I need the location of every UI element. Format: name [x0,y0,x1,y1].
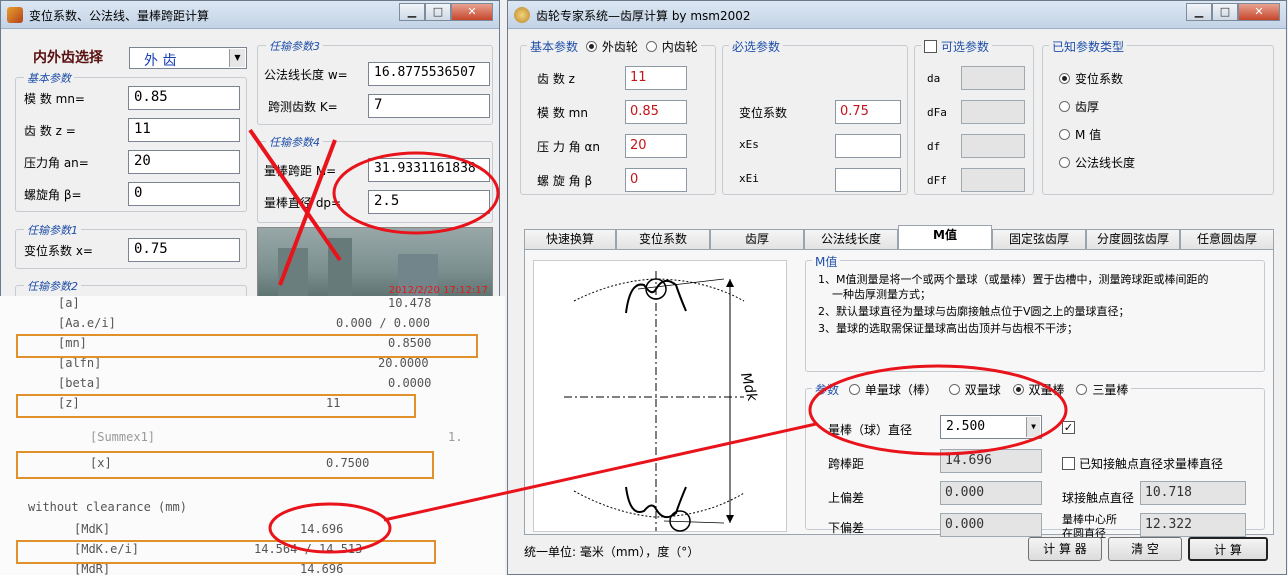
gear-select-label: 内外齿选择 [33,50,103,66]
close-button[interactable]: ✕ [451,3,493,21]
k-input[interactable]: 7 [368,94,490,118]
z-input[interactable]: 11 [625,66,687,90]
left-titlebar: 变位系数、公法线、量棒跨距计算 ▁ □ ✕ [1,1,499,29]
basic-params-group: 基本参数 模 数 mn= 0.85 齿 数 z = 11 压力角 an= 20 … [15,70,247,212]
m-info-box: M值 1、M值测量是将一个或两个量球（或量棒）置于齿槽中，测量跨球距或棒间距的 … [805,253,1265,372]
right-window-title: 齿轮专家系统—齿厚计算 by msm2002 [536,9,751,23]
maximize-button[interactable]: □ [425,3,451,21]
tab-thickness[interactable]: 齿厚 [710,229,804,249]
z-input[interactable]: 11 [128,118,240,142]
radio-known-thickness[interactable]: 齿厚 [1059,98,1099,115]
radio-known-w[interactable]: 公法线长度 [1059,154,1135,171]
tab-chordal-pitch[interactable]: 分度圆弦齿厚 [1086,229,1180,249]
xei-input[interactable] [835,168,901,192]
x-input[interactable]: 0.75 [128,238,240,262]
radio-external-gear[interactable]: 外齿轮 [585,40,638,54]
close-button[interactable]: ✕ [1238,3,1280,21]
required-params-group: 必选参数 变位系数 0.75 xEs xEi [722,38,908,195]
minimize-button[interactable]: ▁ [399,3,425,21]
param3-group: 任输参数3 公法线长度 w= 16.8775536507 跨测齿数 K= 7 [257,38,493,125]
tab-arbitrary-circle[interactable]: 任意圆齿厚 [1180,229,1274,249]
gear-app-icon [514,7,530,23]
known-type-group: 已知参数类型 变位系数 齿厚 M 值 公法线长度 [1042,38,1274,195]
tab-chordal-fixed[interactable]: 固定弦齿厚 [992,229,1086,249]
w-input[interactable]: 16.8775536507 [368,62,490,86]
radio-known-x[interactable]: 变位系数 [1059,70,1123,87]
an-input[interactable]: 20 [625,134,687,158]
radio-triple-rod[interactable]: 三量棒 [1076,383,1128,397]
df-input[interactable] [961,134,1025,158]
tab-base-tangent[interactable]: 公法线长度 [804,229,898,249]
beta-input[interactable]: 0 [128,182,240,206]
app-icon [7,7,23,23]
minimize-button[interactable]: ▁ [1186,3,1212,21]
x-input[interactable]: 0.75 [835,100,901,124]
mn-input[interactable]: 0.85 [128,86,240,110]
maximize-button[interactable]: □ [1212,3,1238,21]
optional-params-group: 可选参数 da dFa df dFf [914,38,1034,195]
da-input[interactable] [961,66,1025,90]
chevron-down-icon[interactable]: ▼ [229,49,245,67]
red-ellipse-right [808,364,1068,456]
gear-select[interactable]: 外 齿 ▼ [129,47,247,69]
upper-deviation-output: 0.000 [940,481,1042,505]
clear-button[interactable]: 清 空 [1108,537,1182,561]
center-circle-output: 12.322 [1140,513,1246,537]
tab-quick-convert[interactable]: 快速换算 [524,229,616,249]
xes-input[interactable] [835,134,901,158]
beta-input[interactable]: 0 [625,168,687,192]
calculator-button[interactable]: 计 算 器 [1028,537,1102,561]
right-titlebar: 齿轮专家系统—齿厚计算 by msm2002 ▁ □ ✕ [508,1,1286,29]
highlight-x [16,451,434,479]
red-ellipse-left [332,151,500,235]
an-input[interactable]: 20 [128,150,240,174]
red-ellipse-printout [268,502,392,554]
param1-group: 任输参数1 变位系数 x= 0.75 [15,222,247,269]
red-connector-line [383,422,817,522]
radio-known-m[interactable]: M 值 [1059,126,1101,143]
highlight-mn [16,334,478,358]
contact-diameter-output: 10.718 [1140,481,1246,505]
basic-params-group: 基本参数 外齿轮 内齿轮 齿 数 z 11 模 数 mn 0.85 压 力 角 … [520,38,716,195]
photo-timestamp: 2012/2/20 17:12:17 [388,285,488,296]
compute-button[interactable]: 计 算 [1188,537,1268,561]
units-label: 统一单位: 毫米（mm），度（°） [524,545,700,559]
dfa-input[interactable] [961,100,1025,124]
tab-shift-coefficient[interactable]: 变位系数 [616,229,710,249]
optional-params-checkbox[interactable] [924,40,937,53]
highlight-z [16,394,416,418]
tab-m-value[interactable]: M值 [898,225,992,250]
lower-deviation-output: 0.000 [940,513,1042,537]
mn-input[interactable]: 0.85 [625,100,687,124]
left-window-title: 变位系数、公法线、量棒跨距计算 [29,9,210,23]
dff-input[interactable] [961,168,1025,192]
radio-internal-gear[interactable]: 内齿轮 [645,40,698,54]
